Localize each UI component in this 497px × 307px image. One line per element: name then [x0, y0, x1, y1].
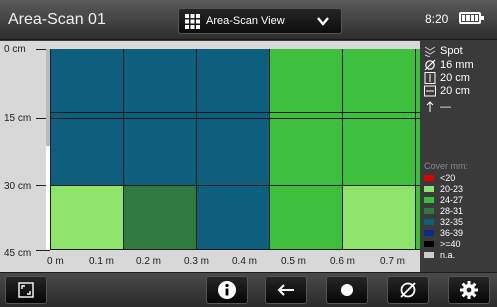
legend-label: 24-27	[440, 195, 464, 205]
legend-swatch	[424, 186, 434, 192]
view-selector-label: Area-Scan View	[206, 15, 285, 27]
diameter-value: 16 mm	[440, 59, 474, 71]
grid-cell[interactable]	[197, 49, 270, 113]
area-scan-plot[interactable]: 0 cm 15 cm 30 cm 45 cm 0 m 0.1 m 0.2 m 0…	[0, 41, 420, 272]
grid-cell[interactable]	[270, 113, 343, 186]
x-axis-label: 0.2 m	[136, 256, 162, 267]
legend-label: >=40	[440, 239, 461, 249]
grid-cell[interactable]	[124, 186, 197, 250]
legend-item: n.a.	[424, 250, 455, 260]
spot-mode-icon	[424, 46, 436, 57]
legend-item: <20	[424, 173, 455, 183]
fullscreen-button[interactable]	[5, 276, 47, 304]
legend-swatch	[424, 219, 434, 225]
vertical-spacing-row: 20 cm	[424, 72, 470, 84]
record-icon	[341, 284, 353, 296]
scan-grid[interactable]	[51, 49, 420, 250]
record-button[interactable]	[326, 276, 368, 304]
x-axis-label: 0.7 m	[380, 256, 406, 267]
grid-cell[interactable]	[343, 186, 416, 250]
x-axis-label: 0.5 m	[281, 256, 307, 267]
grid-line	[51, 185, 420, 186]
legend-swatch	[424, 230, 434, 236]
grid-cell[interactable]	[197, 113, 270, 186]
fullscreen-icon	[18, 282, 34, 298]
grid-cell[interactable]	[124, 113, 197, 186]
x-axis-label: 0.1 m	[89, 256, 115, 267]
up-arrow-icon	[426, 101, 434, 112]
x-axis-label: 0.3 m	[184, 256, 210, 267]
x-axis-label: 0 m	[47, 256, 64, 267]
chevron-down-icon	[317, 17, 329, 26]
legend-label: 36-39	[440, 228, 464, 238]
horizontal-spacing-row: 20 cm	[424, 85, 470, 97]
diameter-icon	[424, 59, 436, 71]
grid-cell[interactable]	[124, 49, 197, 113]
legend-label: 20-23	[440, 184, 464, 194]
info-icon	[218, 281, 236, 299]
y-axis-label: 0 cm	[4, 44, 26, 55]
legend-item: 20-23	[424, 184, 463, 194]
grid-cell[interactable]	[343, 113, 416, 186]
battery-icon	[459, 12, 484, 24]
title-bar: Area-Scan 01 Area-Scan View 8:20	[0, 0, 497, 40]
diameter-row: 16 mm	[424, 59, 474, 71]
legend-item: 24-27	[424, 195, 463, 205]
legend-item: >=40	[424, 239, 461, 249]
legend-swatch	[424, 208, 434, 214]
horizontal-spacing-icon	[424, 85, 436, 97]
legend-label: 28-31	[440, 206, 464, 216]
legend-label: 32-35	[440, 217, 464, 227]
view-selector[interactable]: Area-Scan View	[178, 8, 342, 34]
y-axis-label: 30 cm	[4, 181, 32, 192]
back-arrow-icon	[277, 284, 294, 296]
vertical-spacing-icon	[424, 72, 436, 84]
settings-gear-icon	[460, 281, 478, 299]
y-axis-label: 15 cm	[4, 113, 32, 124]
legend-label: <20	[440, 173, 456, 183]
clock: 8:20	[425, 12, 449, 26]
grid-cell[interactable]	[270, 186, 343, 250]
legend-swatch	[424, 252, 434, 258]
grid-cell[interactable]	[270, 49, 343, 113]
grid-line	[51, 118, 420, 119]
y-axis-tick	[36, 250, 50, 251]
grid-cell[interactable]	[51, 49, 124, 113]
vertical-spacing-value: 20 cm	[440, 72, 470, 84]
legend-swatch	[424, 175, 434, 181]
direction-value: —	[440, 101, 451, 113]
x-axis-label: 0.4 m	[232, 256, 258, 267]
grid-cell[interactable]	[51, 186, 124, 250]
y-axis-label: 45 cm	[4, 248, 32, 259]
back-button[interactable]	[265, 276, 307, 304]
legend-swatch	[424, 241, 434, 247]
settings-button[interactable]	[448, 276, 490, 304]
mode-row: Spot	[424, 45, 463, 57]
info-button[interactable]	[206, 276, 248, 304]
legend-label: n.a.	[440, 250, 456, 260]
diameter-button[interactable]	[387, 276, 429, 304]
x-axis-label: 0.6 m	[330, 256, 356, 267]
grid-cell[interactable]	[343, 49, 416, 113]
bottom-toolbar	[0, 272, 497, 307]
legend-item: 28-31	[424, 206, 463, 216]
mode-value: Spot	[440, 45, 463, 57]
legend-item: 36-39	[424, 228, 463, 238]
diameter-icon	[400, 282, 416, 298]
direction-row: —	[424, 101, 451, 113]
legend-item: 32-35	[424, 217, 463, 227]
grid-view-icon	[185, 14, 200, 29]
grid-cell[interactable]	[51, 113, 124, 186]
info-panel: Spot 16 mm 20 cm 20 cm — Cover mm: <20 2…	[420, 41, 497, 272]
legend-title: Cover mm:	[424, 161, 469, 171]
horizontal-spacing-value: 20 cm	[440, 85, 470, 97]
grid-cell[interactable]	[197, 186, 270, 250]
scan-title: Area-Scan 01	[8, 11, 106, 28]
legend-swatch	[424, 197, 434, 203]
